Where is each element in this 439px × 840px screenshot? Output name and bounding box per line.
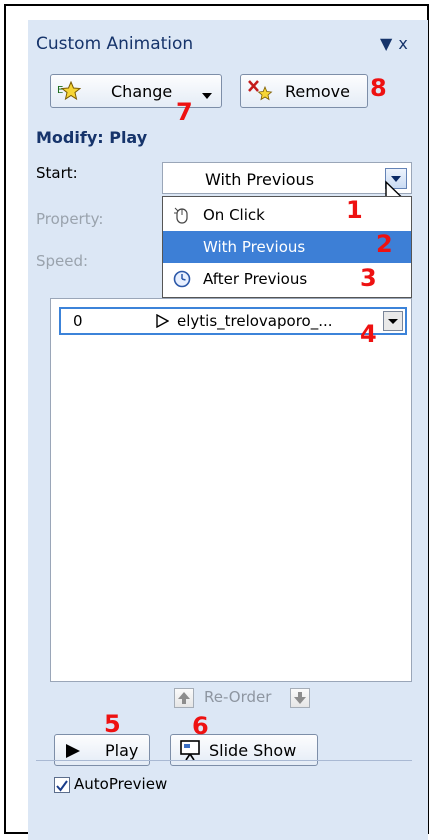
start-label: Start: bbox=[36, 164, 78, 182]
slide-show-icon bbox=[179, 739, 203, 765]
reorder-controls: Re-Order bbox=[166, 684, 326, 714]
pane-controls: ▼x bbox=[380, 34, 414, 53]
autopreview-label: AutoPreview bbox=[74, 775, 168, 793]
star-effect-icon: E bbox=[57, 80, 82, 105]
reorder-label: Re-Order bbox=[204, 688, 272, 706]
callout-7: 7 bbox=[176, 98, 193, 126]
move-down-button[interactable] bbox=[290, 688, 310, 708]
pane-title: Custom Animation bbox=[36, 34, 194, 54]
effect-name: elytis_trelovaporo_... bbox=[177, 312, 333, 330]
arrow-down-icon bbox=[294, 692, 306, 704]
menu-item-label: With Previous bbox=[203, 238, 306, 256]
callout-6: 6 bbox=[192, 712, 209, 740]
callout-1: 1 bbox=[346, 196, 363, 224]
chevron-down-icon bbox=[201, 86, 213, 105]
menu-item-label: After Previous bbox=[203, 270, 308, 288]
move-up-button[interactable] bbox=[174, 688, 194, 708]
list-item[interactable]: 0 elytis_trelovaporo_... bbox=[59, 307, 407, 335]
autopreview-checkbox[interactable] bbox=[54, 777, 70, 793]
effect-index: 0 bbox=[73, 312, 83, 330]
mouse-click-icon bbox=[173, 205, 191, 229]
chevron-down-icon bbox=[388, 319, 398, 324]
animation-effects-list[interactable]: 0 elytis_trelovaporo_... bbox=[50, 298, 412, 682]
callout-8: 8 bbox=[370, 74, 387, 102]
remove-button-label: Remove bbox=[285, 82, 350, 101]
speed-label: Speed: bbox=[36, 252, 89, 270]
play-button[interactable]: Play bbox=[54, 734, 150, 766]
close-icon[interactable]: x bbox=[398, 34, 413, 53]
change-button-label: Change bbox=[111, 82, 173, 101]
callout-3: 3 bbox=[360, 264, 377, 292]
start-select[interactable]: With Previous bbox=[162, 162, 412, 194]
pane-menu-icon[interactable]: ▼ bbox=[380, 34, 398, 53]
effect-dropdown-button[interactable] bbox=[383, 311, 403, 331]
play-triangle-icon bbox=[155, 313, 170, 332]
play-button-label: Play bbox=[105, 741, 139, 760]
slide-show-button-label: Slide Show bbox=[209, 741, 297, 760]
change-button[interactable]: E Change bbox=[50, 74, 222, 108]
clock-icon bbox=[173, 270, 191, 292]
start-select-value: With Previous bbox=[205, 170, 315, 189]
divider bbox=[36, 760, 412, 761]
property-label: Property: bbox=[36, 210, 104, 228]
callout-5: 5 bbox=[104, 710, 121, 738]
modify-section-title: Modify: Play bbox=[36, 128, 148, 147]
callout-4: 4 bbox=[360, 320, 377, 348]
menu-item-label: On Click bbox=[203, 206, 265, 224]
remove-button[interactable]: Remove bbox=[240, 74, 368, 108]
remove-effect-icon bbox=[247, 79, 273, 105]
svg-text:E: E bbox=[57, 85, 63, 96]
callout-2: 2 bbox=[376, 230, 393, 258]
menu-item-on-click[interactable]: On Click bbox=[163, 199, 411, 231]
arrow-up-icon bbox=[178, 692, 190, 704]
checkmark-icon bbox=[56, 780, 68, 792]
menu-item-with-previous[interactable]: With Previous bbox=[163, 231, 411, 263]
